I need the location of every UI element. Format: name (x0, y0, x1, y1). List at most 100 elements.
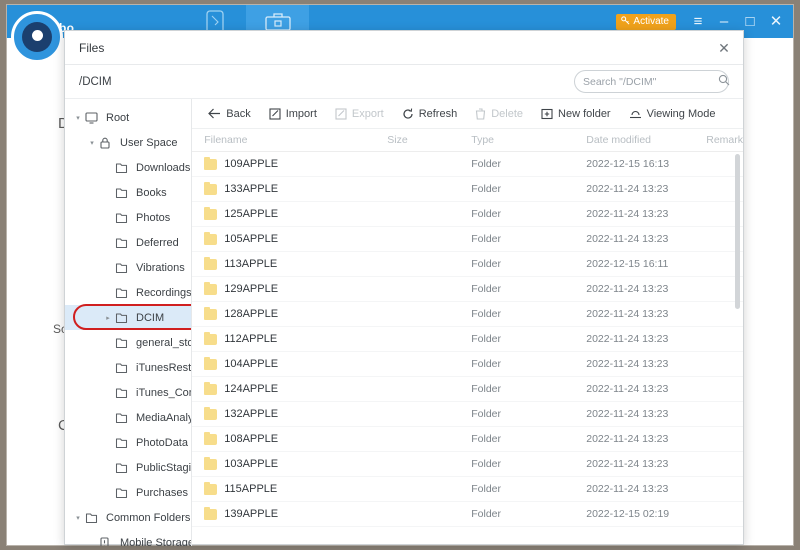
cell-filename: 103APPLE (192, 456, 387, 470)
trash-icon (475, 107, 486, 120)
sidebar-item-recordings[interactable]: ▸ Recordings (65, 280, 191, 305)
export-icon (335, 107, 347, 120)
cell-type: Folder (471, 383, 501, 395)
folder-icon (204, 431, 218, 445)
table-row[interactable]: 105APPLE Folder 2022-11-24 13:23 (192, 227, 743, 252)
table-row[interactable]: 104APPLE Folder 2022-11-24 13:23 (192, 352, 743, 377)
table-row[interactable]: 124APPLE Folder 2022-11-24 13:23 (192, 377, 743, 402)
file-toolbar: Back Import Export Refresh Delete New fo… (192, 99, 743, 129)
key-icon (621, 15, 630, 28)
sidebar-item-photodata[interactable]: ▸ PhotoData (65, 430, 191, 455)
cell-filename: 109APPLE (192, 156, 387, 170)
folder-outline-icon (115, 412, 133, 424)
filename-label: 133APPLE (224, 183, 279, 195)
table-row[interactable]: 109APPLE Folder 2022-12-15 16:13 (192, 152, 743, 177)
search-box[interactable] (574, 70, 730, 93)
refresh-label: Refresh (418, 107, 458, 120)
cell-date-modified: 2022-11-24 13:23 (586, 383, 669, 395)
sidebar-item-deferred[interactable]: ▸ Deferred (65, 230, 191, 255)
cell-filename: 115APPLE (192, 481, 387, 495)
sidebar-item-mediaanalysis[interactable]: ▸ MediaAnalysis (65, 405, 191, 430)
table-row[interactable]: 128APPLE Folder 2022-11-24 13:23 (192, 302, 743, 327)
cell-type: Folder (471, 208, 501, 220)
export-label: Export (351, 107, 384, 120)
chevron-down-icon[interactable]: ▾ (85, 139, 99, 147)
filename-label: 124APPLE (224, 383, 279, 395)
sidebar-item-vibrations[interactable]: ▸ Vibrations (65, 255, 191, 280)
chevron-down-icon[interactable]: ▾ (71, 514, 85, 522)
sidebar-item-photos[interactable]: ▸ Photos (65, 205, 191, 230)
caret-spacer: ▸ (101, 214, 115, 222)
scrollbar-thumb[interactable] (735, 154, 740, 309)
sidebar-item-label: MediaAnalysis (136, 411, 191, 424)
sidebar-item-itunesrestore[interactable]: ▸ iTunesRestore (65, 355, 191, 380)
column-size[interactable]: Size (387, 134, 471, 146)
sidebar-item-common-folders[interactable]: ▾ Common Folders (65, 505, 191, 530)
chevron-right-icon[interactable]: ▸ (101, 314, 115, 322)
file-pane: Back Import Export Refresh Delete New fo… (192, 99, 743, 546)
cell-type: Folder (471, 283, 501, 295)
folder-outline-icon (115, 362, 133, 374)
caret-spacer: ▸ (85, 539, 99, 547)
sidebar-item-mobile-storage[interactable]: ▸ Mobile Storage (65, 530, 191, 546)
activate-badge[interactable]: Activate (616, 13, 676, 30)
caret-spacer: ▸ (101, 339, 115, 347)
sidebar-item-general-storage[interactable]: ▸ general_storage (65, 330, 191, 355)
sidebar-item-publicstaging[interactable]: ▸ PublicStaging (65, 455, 191, 480)
sidebar-item-dcim[interactable]: ▸ DCIM (65, 305, 192, 330)
table-row[interactable]: 103APPLE Folder 2022-11-24 13:23 (192, 452, 743, 477)
caret-spacer: ▸ (101, 239, 115, 247)
sidebar-item-label: Photos (136, 211, 171, 224)
column-remark[interactable]: Remark (706, 134, 743, 146)
filename-label: 115APPLE (224, 483, 278, 495)
cell-type: Folder (471, 258, 501, 270)
chevron-down-icon[interactable]: ▾ (71, 114, 85, 122)
lock-icon (99, 137, 117, 149)
refresh-button[interactable]: Refresh (394, 105, 466, 123)
filename-label: 128APPLE (224, 308, 279, 320)
caret-spacer: ▸ (101, 189, 115, 197)
sidebar-item-label: iTunes_Control (136, 386, 191, 399)
cell-filename: 105APPLE (192, 231, 387, 245)
cell-filename: 139APPLE (192, 506, 387, 520)
vertical-scrollbar[interactable] (735, 152, 740, 546)
filename-label: 129APPLE (224, 283, 279, 295)
folder-outline-icon (115, 437, 133, 449)
table-row[interactable]: 139APPLE Folder 2022-12-15 02:19 (192, 502, 743, 527)
close-icon[interactable]: ✕ (713, 37, 735, 59)
caret-spacer: ▸ (101, 364, 115, 372)
close-button[interactable]: ✕ (763, 8, 789, 36)
search-input[interactable] (583, 75, 718, 88)
table-row[interactable]: 112APPLE Folder 2022-11-24 13:23 (192, 327, 743, 352)
table-row[interactable]: 113APPLE Folder 2022-12-15 16:11 (192, 252, 743, 277)
folder-tree-sidebar[interactable]: ▾Root▾User Space▸Downloads▸Books▸Photos▸… (65, 99, 193, 546)
sidebar-item-downloads[interactable]: ▸ Downloads (65, 155, 191, 180)
table-row[interactable]: 129APPLE Folder 2022-11-24 13:23 (192, 277, 743, 302)
table-row[interactable]: 108APPLE Folder 2022-11-24 13:23 (192, 427, 743, 452)
sidebar-item-books[interactable]: ▸ Books (65, 180, 191, 205)
folder-outline-icon (115, 287, 133, 299)
column-filename[interactable]: Filename (192, 134, 387, 146)
sidebar-item-itunes-control[interactable]: ▸ iTunes_Control (65, 380, 191, 405)
cell-date-modified: 2022-12-15 16:13 (586, 158, 670, 170)
import-icon (269, 107, 281, 120)
cell-date-modified: 2022-11-24 13:23 (586, 283, 669, 295)
import-button[interactable]: Import (261, 105, 325, 123)
table-row[interactable]: 133APPLE Folder 2022-11-24 13:23 (192, 177, 743, 202)
caret-spacer: ▸ (101, 289, 115, 297)
new-folder-button[interactable]: New folder (533, 105, 619, 123)
back-button[interactable]: Back (200, 105, 258, 123)
column-type[interactable]: Type (471, 134, 586, 146)
table-row[interactable]: 125APPLE Folder 2022-11-24 13:23 (192, 202, 743, 227)
table-row[interactable]: 115APPLE Folder 2022-11-24 13:23 (192, 477, 743, 502)
sidebar-item-purchases[interactable]: ▸ Purchases (65, 480, 191, 505)
sidebar-item-label: DCIM (136, 311, 165, 324)
filename-label: 132APPLE (224, 408, 279, 420)
sidebar-item-root[interactable]: ▾ Root (65, 105, 191, 130)
viewing-mode-button[interactable]: Viewing Mode (621, 105, 724, 123)
table-row[interactable]: 132APPLE Folder 2022-11-24 13:23 (192, 402, 743, 427)
column-date-modified[interactable]: Date modified (586, 134, 706, 146)
sidebar-item-user-space[interactable]: ▾ User Space (65, 130, 191, 155)
folder-outline-icon (115, 312, 133, 324)
import-label: Import (285, 107, 317, 120)
